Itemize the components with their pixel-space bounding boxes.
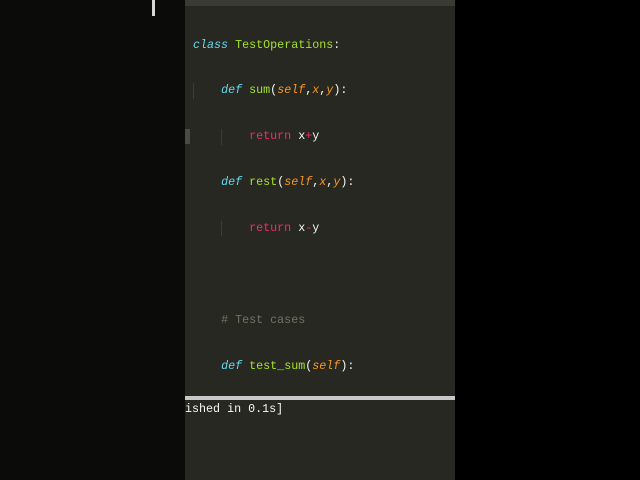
function-name: test_sum [249,358,306,373]
code-editor[interactable]: class TestOperations: def sum(self,x,y):… [185,0,455,396]
arg: self [284,175,313,190]
arg: self [277,83,306,98]
keyword: def [221,83,243,98]
tab-bar-strip [185,0,455,6]
identifier: y [312,129,320,144]
code-area[interactable]: class TestOperations: def sum(self,x,y):… [193,7,354,396]
punct: ): [340,175,355,190]
code-line-8: def test_sum(self): [193,359,354,374]
left-black-panel [0,0,185,480]
right-black-panel [455,0,640,480]
keyword: return [249,221,292,236]
build-output-panel: ished in 0.1s] [185,400,455,480]
keyword: def [221,358,243,373]
keyword: return [249,129,292,144]
keyword: class [193,37,229,52]
punct: ): [333,83,348,98]
identifier: y [312,221,320,236]
code-line-3: return x+y [193,129,354,145]
keyword: def [221,175,243,190]
code-line-5: return x-y [193,221,354,237]
build-output-text: ished in 0.1s] [185,402,284,416]
function-name: sum [249,83,271,98]
class-name: TestOperations [235,37,334,52]
code-line-2: def sum(self,x,y): [193,83,354,99]
punct: : [333,37,341,52]
code-line-1: class TestOperations: [193,38,354,53]
comment: # Test cases [221,312,306,327]
code-line-7: # Test cases [193,313,354,328]
code-line-4: def rest(self,x,y): [193,175,354,190]
arg: self [312,358,341,373]
video-scrubber-mark [152,0,155,16]
current-line-gutter-marker [185,129,190,144]
punct: ): [340,358,355,373]
function-name: rest [249,175,278,190]
